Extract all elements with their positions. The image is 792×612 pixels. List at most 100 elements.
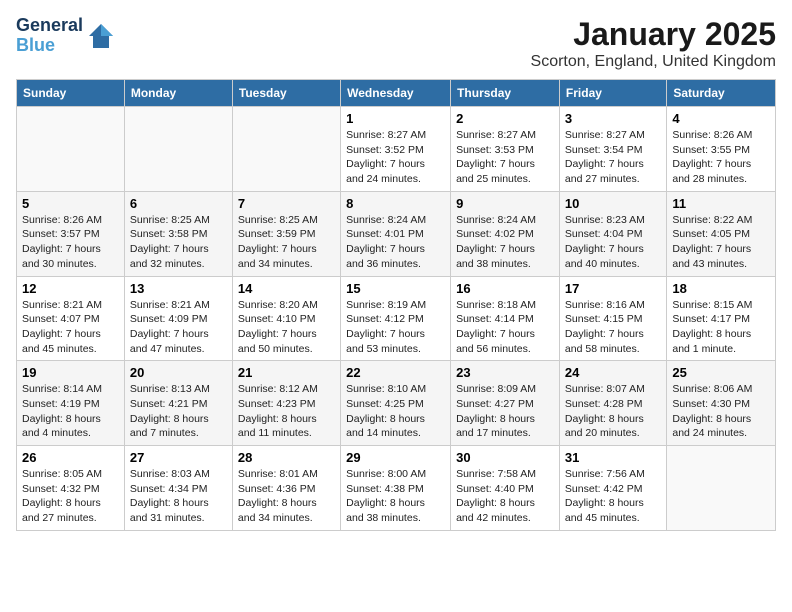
location-subtitle: Scorton, England, United Kingdom <box>531 53 776 71</box>
calendar-cell: 11 Sunrise: 8:22 AM Sunset: 4:05 PM Dayli… <box>667 191 776 276</box>
day-info: Sunrise: 8:27 AM Sunset: 3:53 PM Dayligh… <box>456 128 554 187</box>
day-number: 22 <box>346 365 445 380</box>
day-number: 26 <box>22 450 119 465</box>
day-of-week-header: Tuesday <box>232 80 340 107</box>
calendar-week-row: 26Sunrise: 8:05 AM Sunset: 4:32 PM Dayli… <box>17 446 776 531</box>
day-info: Sunrise: 8:23 AM Sunset: 4:04 PM Dayligh… <box>565 213 661 272</box>
day-number: 3 <box>565 111 661 126</box>
day-number: 30 <box>456 450 554 465</box>
header-row: SundayMondayTuesdayWednesdayThursdayFrid… <box>17 80 776 107</box>
day-info: Sunrise: 8:14 AM Sunset: 4:19 PM Dayligh… <box>22 382 119 441</box>
day-number: 1 <box>346 111 445 126</box>
calendar-cell: 26Sunrise: 8:05 AM Sunset: 4:32 PM Dayli… <box>17 446 125 531</box>
calendar-cell: 29 Sunrise: 8:00 AM Sunset: 4:38 PM Dayli… <box>341 446 451 531</box>
calendar-cell: 23Sunrise: 8:09 AM Sunset: 4:27 PM Dayli… <box>451 361 560 446</box>
day-of-week-header: Monday <box>124 80 232 107</box>
day-info: Sunrise: 8:26 AM Sunset: 3:55 PM Dayligh… <box>672 128 770 187</box>
logo: GeneralBlue <box>16 16 115 56</box>
day-number: 8 <box>346 196 445 211</box>
calendar-cell: 2 Sunrise: 8:27 AM Sunset: 3:53 PM Daylig… <box>451 107 560 192</box>
day-number: 12 <box>22 281 119 296</box>
day-info: Sunrise: 8:19 AM Sunset: 4:12 PM Dayligh… <box>346 298 445 357</box>
day-number: 27 <box>130 450 227 465</box>
day-number: 11 <box>672 196 770 211</box>
calendar-cell: 25Sunrise: 8:06 AM Sunset: 4:30 PM Dayli… <box>667 361 776 446</box>
day-of-week-header: Wednesday <box>341 80 451 107</box>
day-info: Sunrise: 8:00 AM Sunset: 4:38 PM Dayligh… <box>346 467 445 526</box>
day-number: 21 <box>238 365 335 380</box>
day-number: 10 <box>565 196 661 211</box>
day-number: 14 <box>238 281 335 296</box>
day-number: 28 <box>238 450 335 465</box>
calendar-cell: 19 Sunrise: 8:14 AM Sunset: 4:19 PM Dayli… <box>17 361 125 446</box>
calendar-cell: 15 Sunrise: 8:19 AM Sunset: 4:12 PM Dayli… <box>341 276 451 361</box>
day-number: 7 <box>238 196 335 211</box>
calendar-cell: 27 Sunrise: 8:03 AM Sunset: 4:34 PM Dayli… <box>124 446 232 531</box>
day-number: 17 <box>565 281 661 296</box>
day-info: Sunrise: 8:20 AM Sunset: 4:10 PM Dayligh… <box>238 298 335 357</box>
day-number: 15 <box>346 281 445 296</box>
day-info: Sunrise: 8:18 AM Sunset: 4:14 PM Dayligh… <box>456 298 554 357</box>
calendar-cell: 12 Sunrise: 8:21 AM Sunset: 4:07 PM Dayli… <box>17 276 125 361</box>
day-number: 5 <box>22 196 119 211</box>
day-number: 31 <box>565 450 661 465</box>
calendar-cell <box>17 107 125 192</box>
calendar-cell: 17Sunrise: 8:16 AM Sunset: 4:15 PM Dayli… <box>559 276 666 361</box>
day-number: 19 <box>22 365 119 380</box>
calendar-week-row: 12 Sunrise: 8:21 AM Sunset: 4:07 PM Dayli… <box>17 276 776 361</box>
logo-icon <box>87 22 115 50</box>
calendar-cell: 28 Sunrise: 8:01 AM Sunset: 4:36 PM Dayli… <box>232 446 340 531</box>
calendar-cell: 8 Sunrise: 8:24 AM Sunset: 4:01 PM Daylig… <box>341 191 451 276</box>
day-number: 4 <box>672 111 770 126</box>
day-info: Sunrise: 7:56 AM Sunset: 4:42 PM Dayligh… <box>565 467 661 526</box>
calendar-cell: 20Sunrise: 8:13 AM Sunset: 4:21 PM Dayli… <box>124 361 232 446</box>
calendar-cell: 30 Sunrise: 7:58 AM Sunset: 4:40 PM Dayli… <box>451 446 560 531</box>
day-info: Sunrise: 8:15 AM Sunset: 4:17 PM Dayligh… <box>672 298 770 357</box>
calendar-cell <box>667 446 776 531</box>
calendar-cell: 21 Sunrise: 8:12 AM Sunset: 4:23 PM Dayli… <box>232 361 340 446</box>
calendar-cell: 31 Sunrise: 7:56 AM Sunset: 4:42 PM Dayli… <box>559 446 666 531</box>
calendar-cell: 22Sunrise: 8:10 AM Sunset: 4:25 PM Dayli… <box>341 361 451 446</box>
day-info: Sunrise: 8:27 AM Sunset: 3:54 PM Dayligh… <box>565 128 661 187</box>
day-number: 2 <box>456 111 554 126</box>
day-info: Sunrise: 8:21 AM Sunset: 4:09 PM Dayligh… <box>130 298 227 357</box>
day-number: 24 <box>565 365 661 380</box>
day-number: 16 <box>456 281 554 296</box>
calendar-week-row: 1 Sunrise: 8:27 AM Sunset: 3:52 PM Daylig… <box>17 107 776 192</box>
day-of-week-header: Sunday <box>17 80 125 107</box>
calendar-week-row: 5 Sunrise: 8:26 AM Sunset: 3:57 PM Daylig… <box>17 191 776 276</box>
day-info: Sunrise: 8:27 AM Sunset: 3:52 PM Dayligh… <box>346 128 445 187</box>
calendar-cell: 9 Sunrise: 8:24 AM Sunset: 4:02 PM Daylig… <box>451 191 560 276</box>
calendar-cell <box>232 107 340 192</box>
day-info: Sunrise: 8:26 AM Sunset: 3:57 PM Dayligh… <box>22 213 119 272</box>
calendar-cell: 6 Sunrise: 8:25 AM Sunset: 3:58 PM Daylig… <box>124 191 232 276</box>
day-info: Sunrise: 8:12 AM Sunset: 4:23 PM Dayligh… <box>238 382 335 441</box>
calendar-cell: 14 Sunrise: 8:20 AM Sunset: 4:10 PM Dayli… <box>232 276 340 361</box>
day-info: Sunrise: 8:22 AM Sunset: 4:05 PM Dayligh… <box>672 213 770 272</box>
day-info: Sunrise: 8:25 AM Sunset: 3:59 PM Dayligh… <box>238 213 335 272</box>
day-number: 6 <box>130 196 227 211</box>
day-info: Sunrise: 8:21 AM Sunset: 4:07 PM Dayligh… <box>22 298 119 357</box>
day-of-week-header: Friday <box>559 80 666 107</box>
day-info: Sunrise: 8:24 AM Sunset: 4:02 PM Dayligh… <box>456 213 554 272</box>
day-number: 13 <box>130 281 227 296</box>
day-number: 20 <box>130 365 227 380</box>
day-of-week-header: Thursday <box>451 80 560 107</box>
calendar-cell: 1 Sunrise: 8:27 AM Sunset: 3:52 PM Daylig… <box>341 107 451 192</box>
calendar-cell: 18Sunrise: 8:15 AM Sunset: 4:17 PM Dayli… <box>667 276 776 361</box>
day-info: Sunrise: 7:58 AM Sunset: 4:40 PM Dayligh… <box>456 467 554 526</box>
day-number: 29 <box>346 450 445 465</box>
day-info: Sunrise: 8:24 AM Sunset: 4:01 PM Dayligh… <box>346 213 445 272</box>
page-header: GeneralBlue January 2025 Scorton, Englan… <box>16 16 776 71</box>
day-info: Sunrise: 8:25 AM Sunset: 3:58 PM Dayligh… <box>130 213 227 272</box>
calendar-table: SundayMondayTuesdayWednesdayThursdayFrid… <box>16 79 776 531</box>
month-year-title: January 2025 <box>531 16 776 53</box>
calendar-cell: 24 Sunrise: 8:07 AM Sunset: 4:28 PM Dayli… <box>559 361 666 446</box>
day-info: Sunrise: 8:03 AM Sunset: 4:34 PM Dayligh… <box>130 467 227 526</box>
day-info: Sunrise: 8:09 AM Sunset: 4:27 PM Dayligh… <box>456 382 554 441</box>
calendar-cell: 5 Sunrise: 8:26 AM Sunset: 3:57 PM Daylig… <box>17 191 125 276</box>
day-number: 9 <box>456 196 554 211</box>
day-info: Sunrise: 8:07 AM Sunset: 4:28 PM Dayligh… <box>565 382 661 441</box>
day-number: 25 <box>672 365 770 380</box>
day-info: Sunrise: 8:01 AM Sunset: 4:36 PM Dayligh… <box>238 467 335 526</box>
